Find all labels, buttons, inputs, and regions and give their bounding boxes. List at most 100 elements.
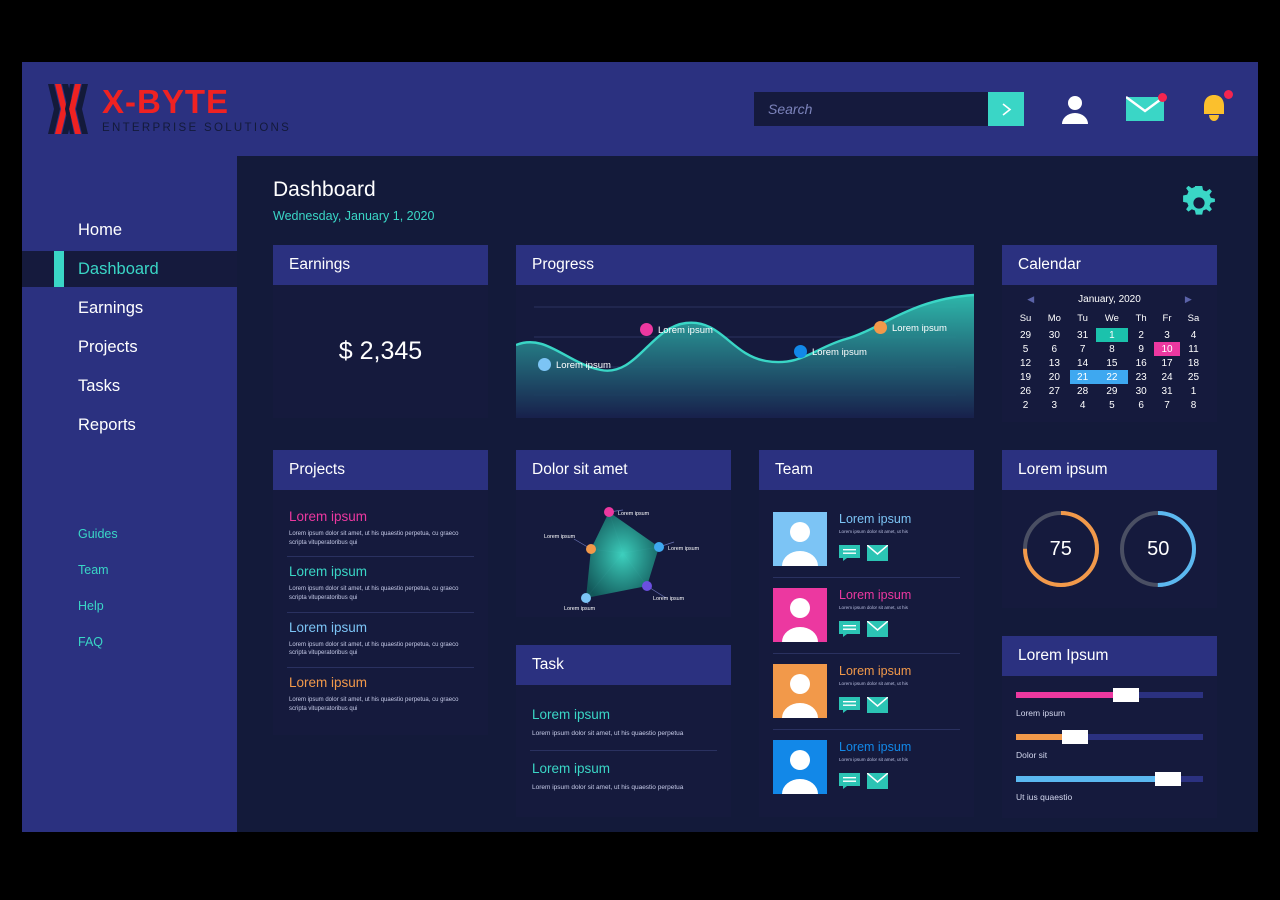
progress-point-3[interactable] bbox=[794, 345, 807, 358]
mail-icon[interactable] bbox=[867, 772, 888, 789]
calendar-day-cell[interactable]: 8 bbox=[1096, 342, 1129, 356]
calendar-day-cell[interactable]: 30 bbox=[1128, 384, 1154, 398]
gauge-1[interactable]: 75 bbox=[1019, 507, 1103, 591]
list-item[interactable]: Lorem ipsum Lorem ipsum dolor sit amet, … bbox=[287, 668, 474, 722]
radar-vertex-3 bbox=[642, 581, 652, 591]
settings-button[interactable] bbox=[1182, 182, 1216, 225]
notification-bell-icon-button[interactable] bbox=[1198, 90, 1233, 126]
calendar-day-cell[interactable]: 31 bbox=[1154, 384, 1180, 398]
sidebar-link-faq[interactable]: FAQ bbox=[22, 624, 237, 660]
calendar-day-cell[interactable]: 27 bbox=[1039, 384, 1070, 398]
sidebar-link-label: Team bbox=[78, 563, 109, 577]
calendar-day-cell[interactable]: 22 bbox=[1095, 370, 1129, 384]
calendar-day-cell[interactable]: 29 bbox=[1096, 384, 1129, 398]
sidebar-item-reports[interactable]: Reports bbox=[22, 407, 237, 443]
mail-icon[interactable] bbox=[867, 620, 888, 637]
brand-logo[interactable]: X-BYTE ENTERPRISE SOLUTIONS bbox=[46, 82, 291, 136]
calendar-day-cell[interactable]: 21 bbox=[1069, 370, 1096, 384]
slider-track[interactable] bbox=[1016, 688, 1203, 702]
calendar-day-cell[interactable]: 13 bbox=[1039, 356, 1070, 370]
team-member-row[interactable]: Lorem ipsum Lorem ipsum dolor sit amet, u… bbox=[773, 502, 960, 578]
calendar-day-cell[interactable]: 12 bbox=[1012, 356, 1039, 370]
mail-icon[interactable] bbox=[867, 696, 888, 713]
calendar-day-cell[interactable]: 31 bbox=[1070, 328, 1096, 342]
list-item[interactable]: Lorem ipsum Lorem ipsum dolor sit amet, … bbox=[287, 502, 474, 558]
calendar-day-cell[interactable]: 28 bbox=[1070, 384, 1096, 398]
calendar-day-cell[interactable]: 11 bbox=[1180, 342, 1207, 356]
list-item[interactable]: Lorem ipsum Lorem ipsum dolor sit amet, … bbox=[287, 557, 474, 613]
chat-icon[interactable] bbox=[839, 544, 860, 561]
calendar-day-cell[interactable]: 9 bbox=[1128, 342, 1154, 356]
calendar-next-button[interactable]: ▶ bbox=[1185, 294, 1192, 305]
calendar-day-cell[interactable]: 3 bbox=[1039, 398, 1070, 412]
sidebar-item-earnings[interactable]: Earnings bbox=[22, 290, 237, 326]
card-title: Team bbox=[759, 450, 974, 490]
page-date: Wednesday, January 1, 2020 bbox=[273, 209, 435, 223]
slider-thumb[interactable] bbox=[1062, 730, 1089, 744]
calendar-weekday: Mo bbox=[1047, 313, 1061, 324]
chat-icon[interactable] bbox=[839, 772, 860, 789]
sidebar-link-team[interactable]: Team bbox=[22, 552, 237, 588]
calendar-day-cell[interactable]: 24 bbox=[1154, 370, 1180, 384]
sidebar-item-home[interactable]: Home bbox=[22, 212, 237, 248]
slider-thumb[interactable] bbox=[1155, 772, 1182, 786]
calendar-day-cell[interactable]: 16 bbox=[1128, 356, 1154, 370]
mail-icon[interactable] bbox=[867, 544, 888, 561]
calendar-day-cell[interactable]: 20 bbox=[1039, 370, 1070, 384]
calendar-day-cell[interactable]: 18 bbox=[1180, 356, 1207, 370]
calendar-week-row: 29 30 31 1 2 3 4 bbox=[1012, 328, 1207, 342]
calendar-day-cell[interactable]: 7 bbox=[1154, 398, 1180, 412]
calendar-day-cell[interactable]: 14 bbox=[1070, 356, 1096, 370]
gauge-2[interactable]: 50 bbox=[1116, 507, 1200, 591]
calendar-day-cell[interactable]: 15 bbox=[1096, 356, 1129, 370]
task-item[interactable]: Lorem ipsum Lorem ipsum dolor sit amet, … bbox=[530, 697, 717, 752]
calendar-day-cell[interactable]: 1 bbox=[1095, 328, 1129, 342]
calendar-day-cell[interactable]: 2 bbox=[1012, 398, 1039, 412]
sidebar-link-help[interactable]: Help bbox=[22, 588, 237, 624]
calendar-day-cell[interactable]: 8 bbox=[1180, 398, 1207, 412]
search-input[interactable] bbox=[754, 101, 988, 117]
user-account-icon-button[interactable] bbox=[1058, 92, 1092, 126]
task-item[interactable]: Lorem ipsum Lorem ipsum dolor sit amet, … bbox=[530, 751, 717, 804]
sidebar-item-projects[interactable]: Projects bbox=[22, 329, 237, 365]
search-submit-button[interactable] bbox=[988, 92, 1024, 126]
slider-track[interactable] bbox=[1016, 772, 1203, 786]
calendar-day-cell[interactable]: 2 bbox=[1128, 328, 1154, 342]
sidebar-item-tasks[interactable]: Tasks bbox=[22, 368, 237, 404]
calendar-prev-button[interactable]: ◀ bbox=[1027, 294, 1034, 305]
calendar-day-cell[interactable]: 4 bbox=[1180, 328, 1207, 342]
calendar-day-cell[interactable]: 10 bbox=[1154, 342, 1180, 356]
sidebar-item-dashboard[interactable]: Dashboard bbox=[22, 251, 237, 287]
calendar-day-cell[interactable]: 17 bbox=[1154, 356, 1180, 370]
progress-point-4[interactable] bbox=[874, 321, 887, 334]
calendar-day-cell[interactable]: 26 bbox=[1012, 384, 1039, 398]
calendar-day-cell[interactable]: 3 bbox=[1154, 328, 1180, 342]
calendar-day-cell[interactable]: 4 bbox=[1070, 398, 1096, 412]
sidebar-link-guides[interactable]: Guides bbox=[22, 516, 237, 552]
progress-point-2[interactable] bbox=[640, 323, 653, 336]
calendar-day-cell[interactable]: 25 bbox=[1180, 370, 1207, 384]
calendar-day-cell[interactable]: 23 bbox=[1128, 370, 1154, 384]
calendar-day-cell[interactable]: 7 bbox=[1070, 342, 1096, 356]
team-member-row[interactable]: Lorem ipsum Lorem ipsum dolor sit amet, u… bbox=[773, 730, 960, 805]
calendar-day-cell[interactable]: 30 bbox=[1039, 328, 1070, 342]
calendar-day-cell[interactable]: 19 bbox=[1012, 370, 1039, 384]
sidebar-item-label: Earnings bbox=[78, 298, 144, 317]
calendar-day-cell[interactable]: 29 bbox=[1012, 328, 1039, 342]
calendar-day-cell[interactable]: 5 bbox=[1096, 398, 1129, 412]
chat-icon[interactable] bbox=[839, 620, 860, 637]
mail-icon-button[interactable] bbox=[1126, 93, 1167, 123]
calendar-day-cell[interactable]: 6 bbox=[1039, 342, 1070, 356]
chat-icon[interactable] bbox=[839, 696, 860, 713]
progress-point-1[interactable] bbox=[538, 358, 551, 371]
search-box[interactable] bbox=[754, 92, 1024, 126]
calendar-day-cell[interactable]: 6 bbox=[1128, 398, 1154, 412]
team-member-row[interactable]: Lorem ipsum Lorem ipsum dolor sit amet, u… bbox=[773, 578, 960, 654]
calendar-day-cell[interactable]: 1 bbox=[1180, 384, 1207, 398]
list-item[interactable]: Lorem ipsum Lorem ipsum dolor sit amet, … bbox=[287, 613, 474, 669]
slider-track[interactable] bbox=[1016, 730, 1203, 744]
team-member-row[interactable]: Lorem ipsum Lorem ipsum dolor sit amet, u… bbox=[773, 654, 960, 730]
project-title: Lorem ipsum bbox=[289, 564, 368, 580]
calendar-day-cell[interactable]: 5 bbox=[1012, 342, 1039, 356]
slider-thumb[interactable] bbox=[1112, 688, 1139, 702]
